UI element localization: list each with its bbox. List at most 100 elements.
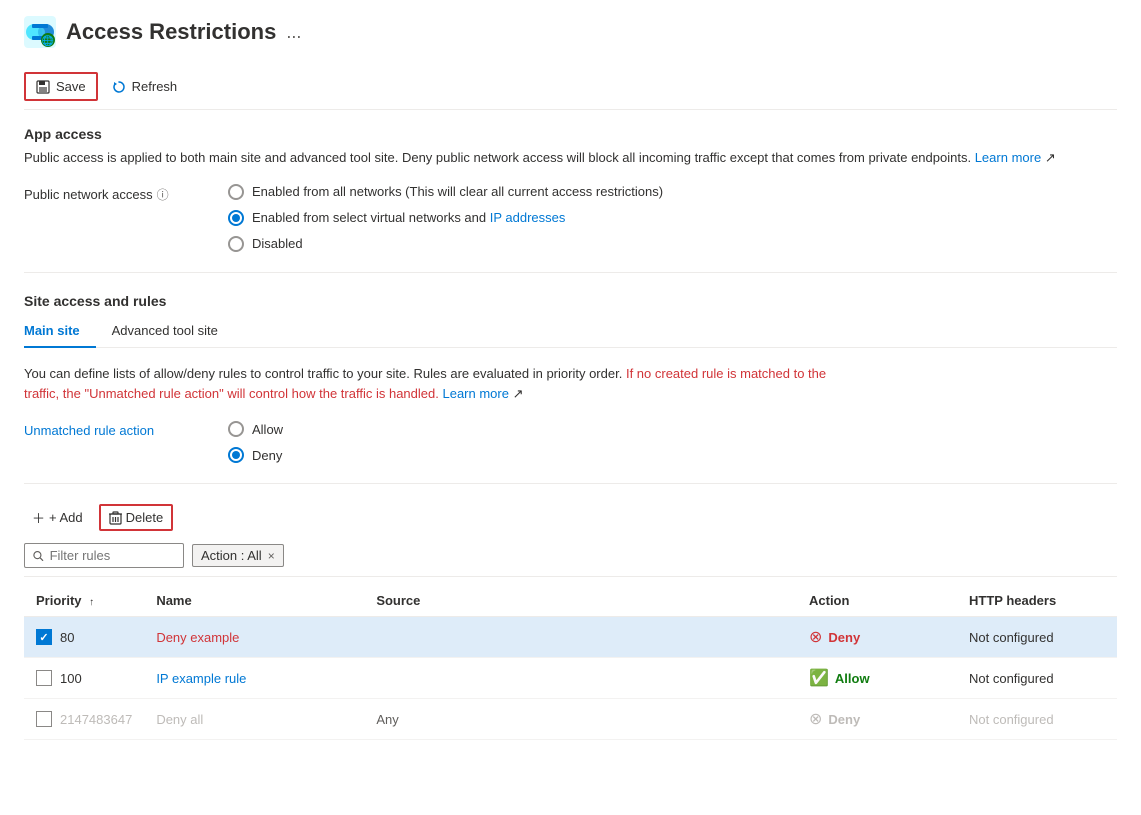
radio-all-networks-label: Enabled from all networks (This will cle… bbox=[252, 184, 663, 199]
tab-main-site[interactable]: Main site bbox=[24, 315, 96, 348]
unmatched-rule-label: Unmatched rule action bbox=[24, 421, 204, 438]
cell-name-2: IP example rule bbox=[144, 658, 364, 699]
unmatched-deny[interactable]: Deny bbox=[228, 447, 283, 463]
table-row[interactable]: 100 IP example rule ✅ Allow Not configur… bbox=[24, 658, 1117, 699]
page-title: Access Restrictions bbox=[66, 19, 276, 45]
rules-table: Priority ↑ Name Source Action HTTP heade… bbox=[24, 585, 1117, 740]
table-row[interactable]: ✓ 80 Deny example ⊗ Deny Not configured bbox=[24, 617, 1117, 658]
unmatched-allow-label: Allow bbox=[252, 422, 283, 437]
row-checkbox-1[interactable]: ✓ bbox=[36, 629, 52, 645]
table-row[interactable]: 2147483647 Deny all Any ⊗ Deny Not confi… bbox=[24, 699, 1117, 740]
refresh-icon bbox=[112, 80, 126, 94]
cell-action-1: ⊗ Deny bbox=[797, 617, 957, 658]
toolbar: Save Refresh bbox=[24, 64, 1117, 110]
site-external-icon: ↗ bbox=[513, 386, 524, 401]
cell-priority-2: 100 bbox=[24, 658, 144, 699]
allow-icon-2: ✅ bbox=[809, 668, 829, 688]
add-label: + Add bbox=[49, 510, 83, 525]
cell-priority-1: ✓ 80 bbox=[24, 617, 144, 658]
search-icon bbox=[33, 550, 44, 562]
filter-rules-input[interactable] bbox=[50, 548, 175, 563]
app-access-info-text: Public access is applied to both main si… bbox=[24, 150, 971, 165]
section-divider bbox=[24, 272, 1117, 273]
cell-action-2: ✅ Allow bbox=[797, 658, 957, 699]
unmatched-allow[interactable]: Allow bbox=[228, 421, 283, 437]
col-header-priority[interactable]: Priority ↑ bbox=[24, 585, 144, 617]
table-header-row: Priority ↑ Name Source Action HTTP heade… bbox=[24, 585, 1117, 617]
delete-label: Delete bbox=[126, 510, 164, 525]
sort-arrow-priority: ↑ bbox=[89, 597, 94, 608]
action-deny-1: ⊗ Deny bbox=[809, 627, 945, 647]
col-header-source[interactable]: Source bbox=[364, 585, 797, 617]
save-label: Save bbox=[56, 79, 86, 94]
refresh-label: Refresh bbox=[132, 79, 178, 94]
unmatched-deny-label: Deny bbox=[252, 448, 282, 463]
filter-input-wrapper[interactable] bbox=[24, 543, 184, 568]
header-more-button[interactable]: ... bbox=[286, 22, 301, 43]
col-header-action[interactable]: Action bbox=[797, 585, 957, 617]
save-icon bbox=[36, 80, 50, 94]
col-header-name[interactable]: Name bbox=[144, 585, 364, 617]
action-deny-3: ⊗ Deny bbox=[809, 709, 945, 729]
public-network-field: Public network access ⓘ Enabled from all… bbox=[24, 184, 1117, 252]
site-access-section: Site access and rules Main site Advanced… bbox=[24, 293, 1117, 464]
public-network-label: Public network access ⓘ bbox=[24, 184, 204, 203]
col-header-http[interactable]: HTTP headers bbox=[957, 585, 1117, 617]
row-checkbox-2[interactable] bbox=[36, 670, 52, 686]
action-filter-clear[interactable]: × bbox=[268, 549, 275, 563]
action-filter-label: Action : All bbox=[201, 548, 262, 563]
unmatched-allow-input[interactable] bbox=[228, 421, 244, 437]
unmatched-deny-input[interactable] bbox=[228, 447, 244, 463]
radio-select-networks-input[interactable] bbox=[228, 210, 244, 226]
cell-source-1 bbox=[364, 617, 797, 658]
action-filter-tag: Action : All × bbox=[192, 544, 284, 567]
radio-disabled-label: Disabled bbox=[252, 236, 303, 251]
app-access-info: Public access is applied to both main si… bbox=[24, 148, 1117, 168]
unmatched-rule-options: Allow Deny bbox=[228, 421, 283, 463]
external-link-icon: ↗ bbox=[1045, 150, 1056, 165]
radio-select-networks[interactable]: Enabled from select virtual networks and… bbox=[228, 210, 663, 226]
site-learn-more[interactable]: Learn more bbox=[442, 386, 508, 401]
delete-icon bbox=[109, 511, 122, 525]
radio-select-networks-label: Enabled from select virtual networks and… bbox=[252, 210, 565, 225]
site-description: You can define lists of allow/deny rules… bbox=[24, 364, 844, 406]
rule-name-link-2[interactable]: IP example rule bbox=[156, 671, 246, 686]
radio-disabled[interactable]: Disabled bbox=[228, 236, 663, 252]
action-allow-2: ✅ Allow bbox=[809, 668, 945, 688]
refresh-button[interactable]: Refresh bbox=[102, 74, 188, 99]
cell-name-3: Deny all bbox=[144, 699, 364, 740]
app-icon: 🌐 bbox=[24, 16, 56, 48]
ip-addresses-link[interactable]: IP addresses bbox=[490, 210, 566, 225]
public-network-info-icon[interactable]: ⓘ bbox=[157, 186, 169, 203]
cell-source-3: Any bbox=[364, 699, 797, 740]
deny-icon-3: ⊗ bbox=[809, 709, 822, 729]
app-access-title: App access bbox=[24, 126, 1117, 142]
cell-http-1: Not configured bbox=[957, 617, 1117, 658]
cell-action-3: ⊗ Deny bbox=[797, 699, 957, 740]
cell-http-2: Not configured bbox=[957, 658, 1117, 699]
app-access-section: App access Public access is applied to b… bbox=[24, 126, 1117, 252]
cell-priority-3: 2147483647 bbox=[24, 699, 144, 740]
public-network-options: Enabled from all networks (This will cle… bbox=[228, 184, 663, 252]
delete-button[interactable]: Delete bbox=[99, 504, 174, 531]
tab-advanced-tool-site[interactable]: Advanced tool site bbox=[96, 315, 234, 348]
page-header: 🌐 Access Restrictions ... bbox=[24, 16, 1117, 48]
filter-bar: Action : All × bbox=[24, 543, 1117, 577]
row-checkbox-3[interactable] bbox=[36, 711, 52, 727]
site-access-title: Site access and rules bbox=[24, 293, 1117, 309]
add-button[interactable]: ＋ + Add bbox=[24, 504, 91, 531]
cell-source-2 bbox=[364, 658, 797, 699]
deny-icon-1: ⊗ bbox=[809, 627, 822, 647]
app-access-learn-more[interactable]: Learn more bbox=[975, 150, 1041, 165]
svg-text:🌐: 🌐 bbox=[42, 34, 54, 47]
rule-name-link-1[interactable]: Deny example bbox=[156, 630, 239, 645]
add-icon: ＋ bbox=[32, 508, 45, 527]
table-section-divider bbox=[24, 483, 1117, 484]
save-button[interactable]: Save bbox=[24, 72, 98, 101]
cell-http-3: Not configured bbox=[957, 699, 1117, 740]
radio-all-networks[interactable]: Enabled from all networks (This will cle… bbox=[228, 184, 663, 200]
radio-all-networks-input[interactable] bbox=[228, 184, 244, 200]
unmatched-rule-field: Unmatched rule action Allow Deny bbox=[24, 421, 1117, 463]
cell-name-1: Deny example bbox=[144, 617, 364, 658]
radio-disabled-input[interactable] bbox=[228, 236, 244, 252]
